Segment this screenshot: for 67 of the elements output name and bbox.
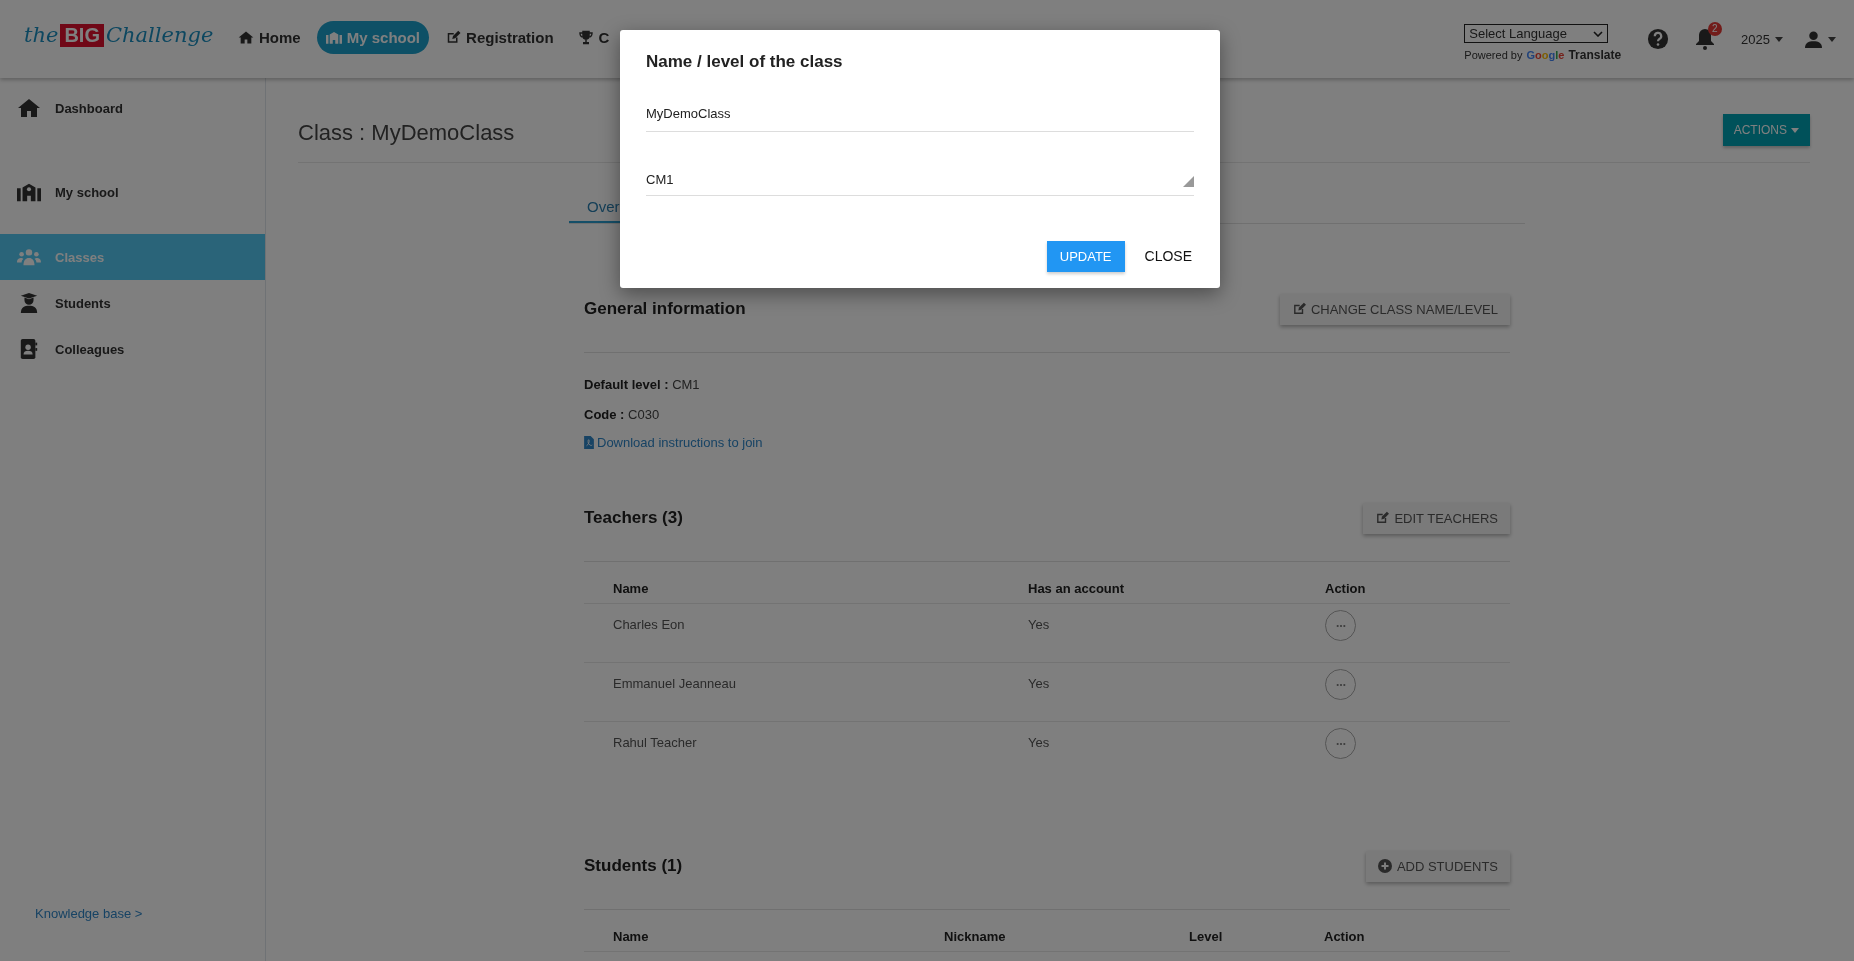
year-dropdown[interactable]: 2025 [1741, 31, 1783, 47]
plus-circle-icon [1377, 859, 1392, 873]
section-heading: Teachers (3) [584, 508, 683, 528]
trophy-icon [577, 29, 594, 45]
caret-icon [1775, 36, 1783, 42]
ellipsis-icon [1335, 682, 1346, 687]
sidebar-item[interactable]: Dashboard [0, 85, 265, 131]
sidebar-item[interactable]: Colleagues [0, 326, 265, 372]
ellipsis-icon [1335, 623, 1346, 628]
column-header: Action [1325, 580, 1367, 596]
edit-teachers-button[interactable]: EDIT TEACHERS [1363, 502, 1510, 534]
resize-corner-icon [1183, 176, 1194, 187]
home-icon [17, 98, 41, 118]
help-icon[interactable] [1647, 28, 1670, 50]
caret-icon [1791, 127, 1799, 133]
users-icon [17, 247, 41, 267]
knowledge-base-link[interactable]: Knowledge base > [0, 906, 265, 961]
sidebar-item[interactable]: Students [0, 280, 265, 326]
pdf-file-icon [584, 436, 594, 449]
add-students-button[interactable]: ADD STUDENTS [1365, 850, 1510, 882]
ellipsis-icon [1335, 741, 1346, 746]
table-cell-text: Emmanuel Jeanneau [613, 675, 737, 693]
nav-link[interactable]: Registration [437, 20, 562, 54]
table-cell-text: Yes [1028, 616, 1051, 634]
column-header: Name [613, 928, 650, 944]
close-button[interactable]: CLOSE [1142, 240, 1194, 272]
table-cell-text: Rahul Teacher [613, 734, 698, 752]
download-link[interactable]: Download instructions to join [584, 435, 763, 450]
column-header: Level [1189, 928, 1224, 944]
column-header: Has an account [1028, 580, 1126, 596]
dialog-title: Name / level of the class [646, 52, 844, 72]
section-heading: Students (1) [584, 856, 683, 876]
field-value: CM1 [672, 377, 700, 392]
actions-button[interactable]: ACTIONS [1722, 114, 1810, 146]
translate-text: Translate [1568, 48, 1622, 62]
edit-icon [445, 29, 462, 45]
edit-icon [1291, 302, 1306, 316]
nav-link[interactable]: My school [316, 20, 430, 54]
user-menu[interactable] [1805, 30, 1836, 48]
home-icon [238, 29, 254, 45]
field-label: Default level : [584, 377, 669, 392]
logo[interactable]: the BIG Challenge [24, 23, 230, 47]
column-header: Name [613, 580, 650, 596]
field-value: C030 [628, 407, 660, 422]
column-header: Action [1324, 928, 1366, 944]
change-class-button[interactable]: CHANGE CLASS NAME/LEVEL [1279, 293, 1510, 325]
section-heading: General information [584, 299, 746, 319]
table-cell-text: Yes [1028, 734, 1051, 752]
notification-badge: 2 [1708, 22, 1722, 36]
sidebar-item[interactable]: My school [0, 169, 265, 215]
level-select[interactable]: CM1 [646, 172, 1194, 196]
nav-link[interactable]: C [569, 20, 618, 54]
chevron-down-icon [1593, 30, 1604, 37]
table-cell-text: Charles Eon [613, 616, 686, 634]
caret-icon [1828, 36, 1836, 42]
school-icon [17, 182, 41, 202]
language-select[interactable]: Select Language [1464, 24, 1609, 43]
update-button[interactable]: UPDATE [1046, 240, 1125, 272]
page-title: Class : MyDemoClass [298, 120, 515, 146]
column-header: Nickname [944, 928, 1007, 944]
powered-by-text: Powered by [1464, 49, 1523, 61]
edit-icon [1375, 511, 1390, 525]
table-cell-text: Yes [1028, 675, 1051, 693]
field-label: Code : [584, 407, 625, 422]
school-icon [325, 29, 342, 45]
google-wordmark: Google [1526, 49, 1565, 61]
nav-link[interactable]: Home [230, 20, 309, 54]
